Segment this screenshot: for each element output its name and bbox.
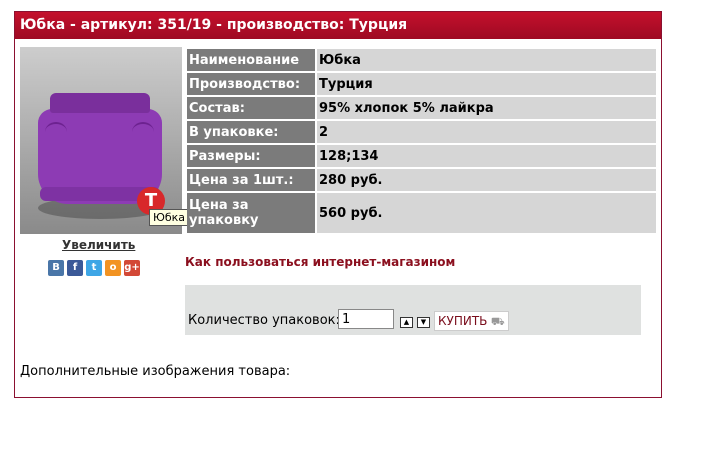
buy-label: КУПИТЬ [438,314,488,328]
order-box: Количество упаковок: ▲ ▼ КУПИТЬ ⛟ [185,285,641,335]
property-value: 280 руб. [317,169,656,191]
decrement-icon[interactable]: ▼ [417,317,430,328]
skirt-pocket-right [132,122,154,142]
property-value: 560 руб. [317,193,656,233]
property-key: Цена за 1шт.: [187,169,315,191]
cart-icon: ⛟ [487,315,505,328]
property-value: Турция [317,73,656,95]
table-row: Размеры: 128;134 [187,145,656,167]
skirt-waistband [50,93,150,113]
property-key: Состав: [187,97,315,119]
product-photo[interactable]: T [20,47,182,234]
twitter-icon[interactable]: t [86,260,102,276]
google-plus-icon[interactable]: g+ [124,260,140,276]
table-row: Наименование Юбка [187,49,656,71]
quantity-label: Количество упаковок: [188,313,340,328]
table-row: В упаковке: 2 [187,121,656,143]
property-key: Цена за упаковку [187,193,315,233]
product-title: Юбка - артикул: 351/19 - производство: Т… [15,12,661,39]
product-panel: Юбка - артикул: 351/19 - производство: Т… [14,11,662,398]
property-key: В упаковке: [187,121,315,143]
image-tooltip: Юбка [149,209,190,226]
table-row: Цена за упаковку 560 руб. [187,193,656,233]
property-key: Наименование [187,49,315,71]
property-value: 2 [317,121,656,143]
facebook-icon[interactable]: f [67,260,83,276]
product-properties-table: Наименование Юбка Производство: Турция С… [185,47,658,235]
table-row: Цена за 1шт.: 280 руб. [187,169,656,191]
increment-icon[interactable]: ▲ [400,317,413,328]
property-key: Размеры: [187,145,315,167]
table-row: Состав: 95% хлопок 5% лайкра [187,97,656,119]
how-to-use-link[interactable]: Как пользоваться интернет-магазином [185,255,455,269]
buy-button[interactable]: КУПИТЬ ⛟ [434,311,509,331]
vk-icon[interactable]: В [48,260,64,276]
skirt-pocket-left [45,122,67,142]
property-value: Юбка [317,49,656,71]
extra-images-label: Дополнительные изображения товара: [20,364,291,379]
social-share-bar: В f t о g+ [48,260,140,276]
odnoklassniki-icon[interactable]: о [105,260,121,276]
property-value: 95% хлопок 5% лайкра [317,97,656,119]
zoom-link[interactable]: Увеличить [62,238,135,252]
property-key: Производство: [187,73,315,95]
property-value: 128;134 [317,145,656,167]
quantity-input[interactable] [338,309,394,329]
table-row: Производство: Турция [187,73,656,95]
